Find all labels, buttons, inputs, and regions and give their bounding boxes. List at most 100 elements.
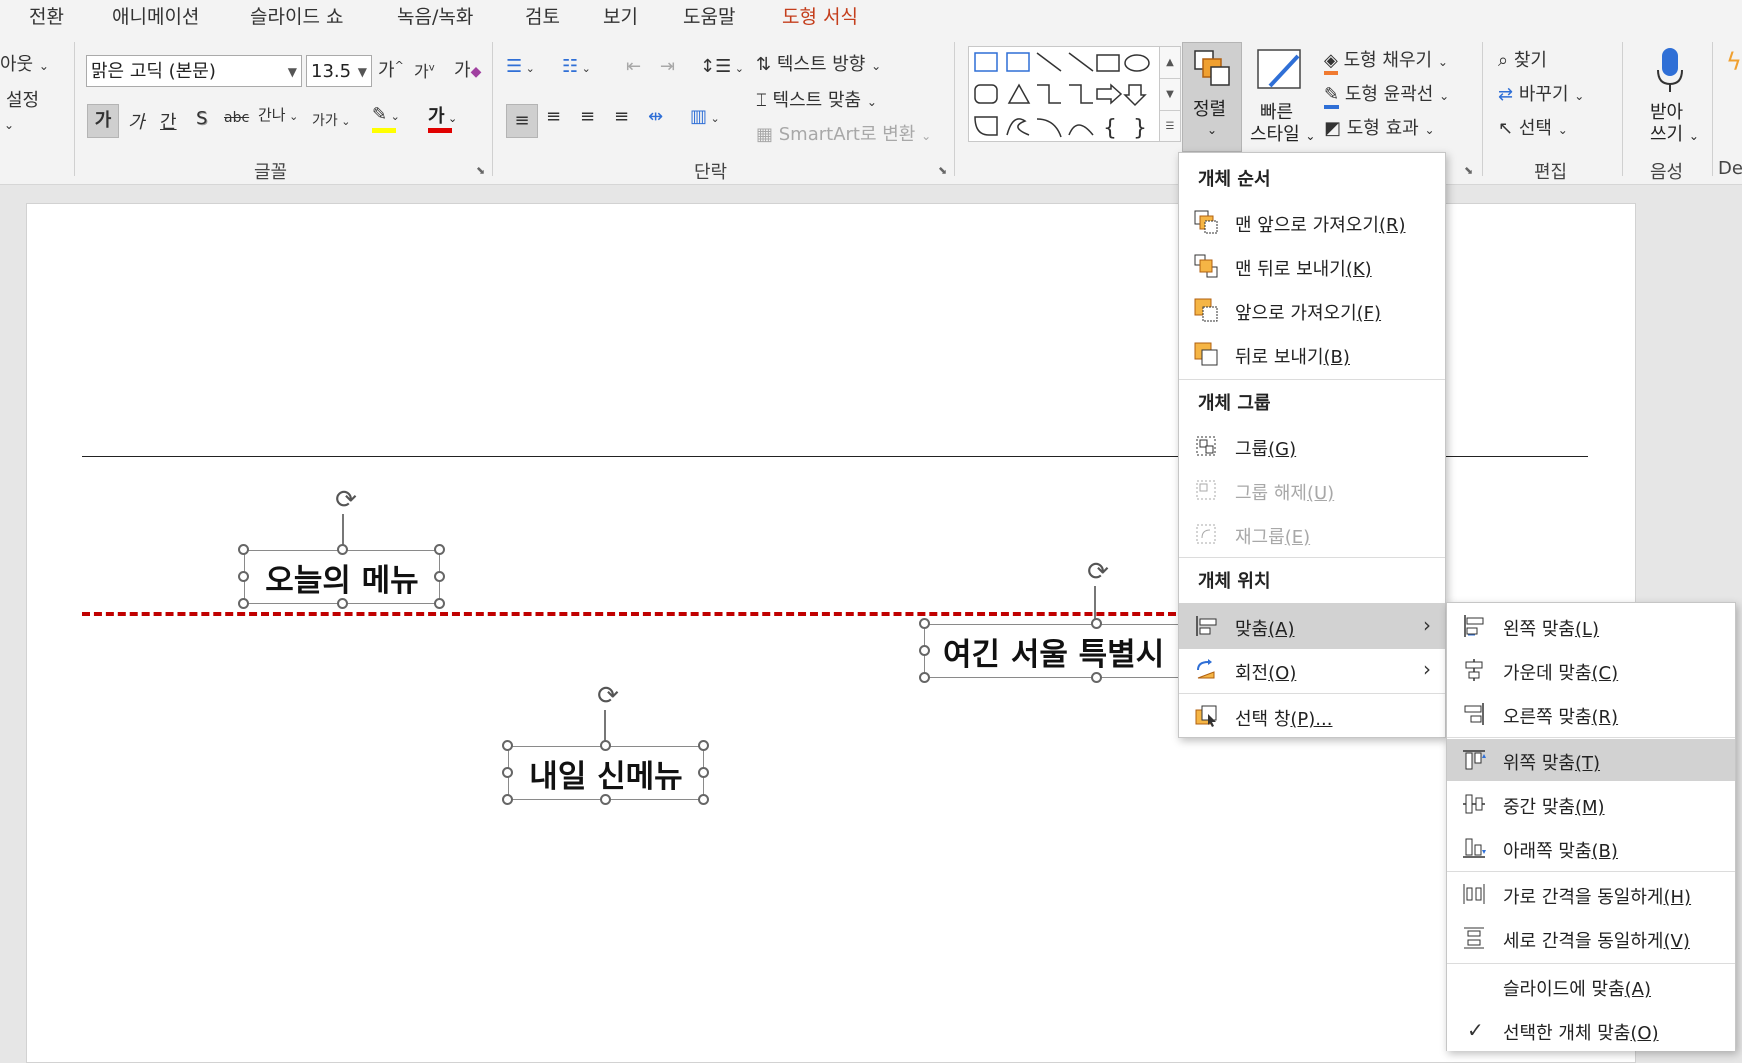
numbering-icon[interactable]: ☷ ⌄ — [562, 56, 591, 77]
menu-item-rotate[interactable]: 회전(O) › — [1179, 649, 1445, 691]
align-center-button[interactable]: ≡ — [546, 106, 561, 127]
align-right-button[interactable]: ≡ — [580, 106, 595, 127]
menu-item-distribute-vertically[interactable]: 세로 간격을 동일하게(V) — [1447, 917, 1735, 959]
font-color-button[interactable]: 가 ⌄ — [428, 102, 457, 128]
tab-shape-format[interactable]: 도형 서식 — [782, 2, 858, 29]
textbox-seoul[interactable]: 여긴 서울 특별시 — [924, 624, 1184, 678]
menu-item-align-center[interactable]: 가운데 맞춤(C) — [1447, 649, 1735, 691]
tab-recording[interactable]: 녹음/녹화 — [397, 2, 473, 29]
menu-item-align-bottom[interactable]: 아래쪽 맞춤(B) — [1447, 827, 1735, 869]
menu-item-align-middle[interactable]: 중간 맞춤(M) — [1447, 783, 1735, 825]
shadow-button[interactable]: S — [196, 108, 207, 129]
resize-handle[interactable] — [434, 544, 445, 555]
resize-handle[interactable] — [600, 794, 611, 805]
resize-handle[interactable] — [434, 571, 445, 582]
resize-handle[interactable] — [919, 645, 930, 656]
chevron-up-icon[interactable]: ▲ — [1160, 47, 1180, 78]
resize-handle[interactable] — [502, 740, 513, 751]
char-spacing-button[interactable]: 간나 ⌄ — [258, 104, 298, 125]
paragraph-dialog-launcher-icon[interactable]: ⬊ — [938, 164, 947, 177]
select-button[interactable]: ↖ 선택 ⌄ — [1498, 114, 1568, 140]
quick-styles-button[interactable]: 빠른 스타일 ⌄ — [1248, 44, 1318, 148]
strikethrough-button[interactable]: abc — [224, 110, 249, 126]
resize-handle[interactable] — [434, 598, 445, 609]
rotate-handle-icon[interactable]: ⟳ — [1084, 558, 1112, 586]
menu-item-align-left[interactable]: 왼쪽 맞춤(L) — [1447, 605, 1735, 647]
underline-button[interactable]: 간 — [160, 108, 177, 134]
line-spacing-icon[interactable]: ↕☰ ⌄ — [700, 56, 744, 77]
resize-handle[interactable] — [1091, 618, 1102, 629]
tab-transitions[interactable]: 전환 — [29, 2, 64, 29]
justify-button[interactable]: ≡ — [614, 106, 629, 127]
resize-handle[interactable] — [502, 767, 513, 778]
clear-format-icon[interactable]: 가◆ — [454, 56, 481, 82]
highlight-color-button[interactable]: ✎ ⌄ — [372, 104, 400, 125]
textbox-tomorrow-menu[interactable]: 내일 신메뉴 — [508, 746, 704, 800]
menu-item-align-top[interactable]: 위쪽 맞춤(T) — [1447, 739, 1735, 781]
menu-item-align-to-slide[interactable]: 슬라이드에 맞춤(A) — [1447, 965, 1735, 1007]
resize-handle[interactable] — [919, 672, 930, 683]
menu-item-align-right[interactable]: 오른쪽 맞춤(R) — [1447, 693, 1735, 735]
textbox-today-menu[interactable]: 오늘의 메뉴 — [244, 550, 440, 604]
change-case-button[interactable]: 가가 ⌄ — [312, 110, 350, 130]
menu-item-send-backward[interactable]: 뒤로 보내기(B) — [1179, 333, 1445, 375]
resize-handle[interactable] — [600, 740, 611, 751]
rotate-handle-icon[interactable]: ⟳ — [594, 682, 622, 710]
shrink-font-icon[interactable]: 가v — [414, 58, 435, 82]
drawing-dialog-launcher-icon[interactable]: ⬊ — [1464, 164, 1473, 177]
tab-animations[interactable]: 애니메이션 — [112, 2, 199, 29]
grow-font-icon[interactable]: 가^ — [378, 56, 404, 82]
resize-handle[interactable] — [698, 767, 709, 778]
rotate-handle-icon[interactable]: ⟳ — [332, 486, 360, 514]
find-button[interactable]: ⌕ 찾기 — [1498, 46, 1547, 72]
decrease-indent-icon: ⇤ — [626, 56, 642, 77]
resize-handle[interactable] — [238, 544, 249, 555]
resize-handle[interactable] — [919, 618, 930, 629]
align-text-button[interactable]: ⌶ 텍스트 맞춤 ⌄ — [756, 86, 877, 112]
shape-outline-button[interactable]: ✎ 도형 윤곽선 ⌄ — [1324, 80, 1449, 109]
shape-fill-button[interactable]: ◈ 도형 채우기 ⌄ — [1324, 46, 1448, 75]
menu-item-send-to-back[interactable]: 맨 뒤로 보내기(K) — [1179, 245, 1445, 287]
tab-review[interactable]: 검토 — [525, 2, 560, 29]
resize-handle[interactable] — [698, 740, 709, 751]
chevron-down-icon[interactable]: ⌄ — [4, 118, 14, 132]
menu-item-bring-to-front[interactable]: 맨 앞으로 가져오기(R) — [1179, 201, 1445, 243]
setup-button[interactable]: 설정 — [6, 86, 39, 112]
menu-item-align[interactable]: 맞춤(A) › — [1179, 603, 1445, 649]
menu-item-distribute-horizontally[interactable]: 가로 간격을 동일하게(H) — [1447, 873, 1735, 915]
menu-item-bring-forward[interactable]: 앞으로 가져오기(F) — [1179, 289, 1445, 331]
font-size-combo[interactable]: 13.5 ▼ — [306, 55, 372, 87]
menu-item-selection-pane[interactable]: 선택 창(P)... — [1179, 695, 1445, 737]
align-left-button[interactable]: ≡ — [506, 104, 538, 138]
font-dialog-launcher-icon[interactable]: ⬊ — [476, 164, 485, 177]
menu-item-align-selected-objects[interactable]: ✓ 선택한 개체 맞춤(O) — [1447, 1009, 1735, 1051]
resize-handle[interactable] — [337, 544, 348, 555]
tab-view[interactable]: 보기 — [603, 2, 638, 29]
shapes-gallery[interactable]: {} — [968, 46, 1160, 142]
resize-handle[interactable] — [1091, 672, 1102, 683]
italic-button[interactable]: 가 — [128, 108, 145, 134]
shape-effects-button[interactable]: ◩ 도형 효과 ⌄ — [1324, 114, 1435, 140]
bullets-icon[interactable]: ☰ ⌄ — [506, 56, 535, 77]
layout-button[interactable]: 아웃 ⌄ — [0, 50, 49, 76]
resize-handle[interactable] — [337, 598, 348, 609]
tab-help[interactable]: 도움말 — [683, 2, 735, 29]
dictate-button[interactable]: 받아 쓰기 ⌄ — [1638, 44, 1702, 148]
gallery-scroll[interactable]: ▲ ▼ ☰ — [1159, 46, 1181, 142]
gallery-more-icon[interactable]: ☰ — [1160, 110, 1180, 142]
arrange-button[interactable]: 정렬 ⌄ — [1182, 42, 1242, 152]
distributed-button[interactable]: ⇹ — [648, 106, 663, 127]
columns-icon[interactable]: ▥ ⌄ — [690, 106, 720, 127]
text-direction-button[interactable]: ⇅ 텍스트 방향 ⌄ — [756, 50, 881, 76]
resize-handle[interactable] — [238, 598, 249, 609]
chevron-down-icon[interactable]: ▼ — [1160, 78, 1180, 110]
resize-handle[interactable] — [698, 794, 709, 805]
designer-icon[interactable]: ϟ — [1726, 48, 1742, 76]
font-name-combo[interactable]: 맑은 고딕 (본문) ▼ — [86, 55, 302, 87]
resize-handle[interactable] — [502, 794, 513, 805]
menu-item-group[interactable]: 그룹(G) — [1179, 425, 1445, 467]
replace-button[interactable]: ⇄ 바꾸기 ⌄ — [1498, 80, 1584, 106]
bold-button[interactable]: 가 — [87, 104, 119, 138]
tab-slideshow[interactable]: 슬라이드 쇼 — [250, 2, 343, 29]
resize-handle[interactable] — [238, 571, 249, 582]
